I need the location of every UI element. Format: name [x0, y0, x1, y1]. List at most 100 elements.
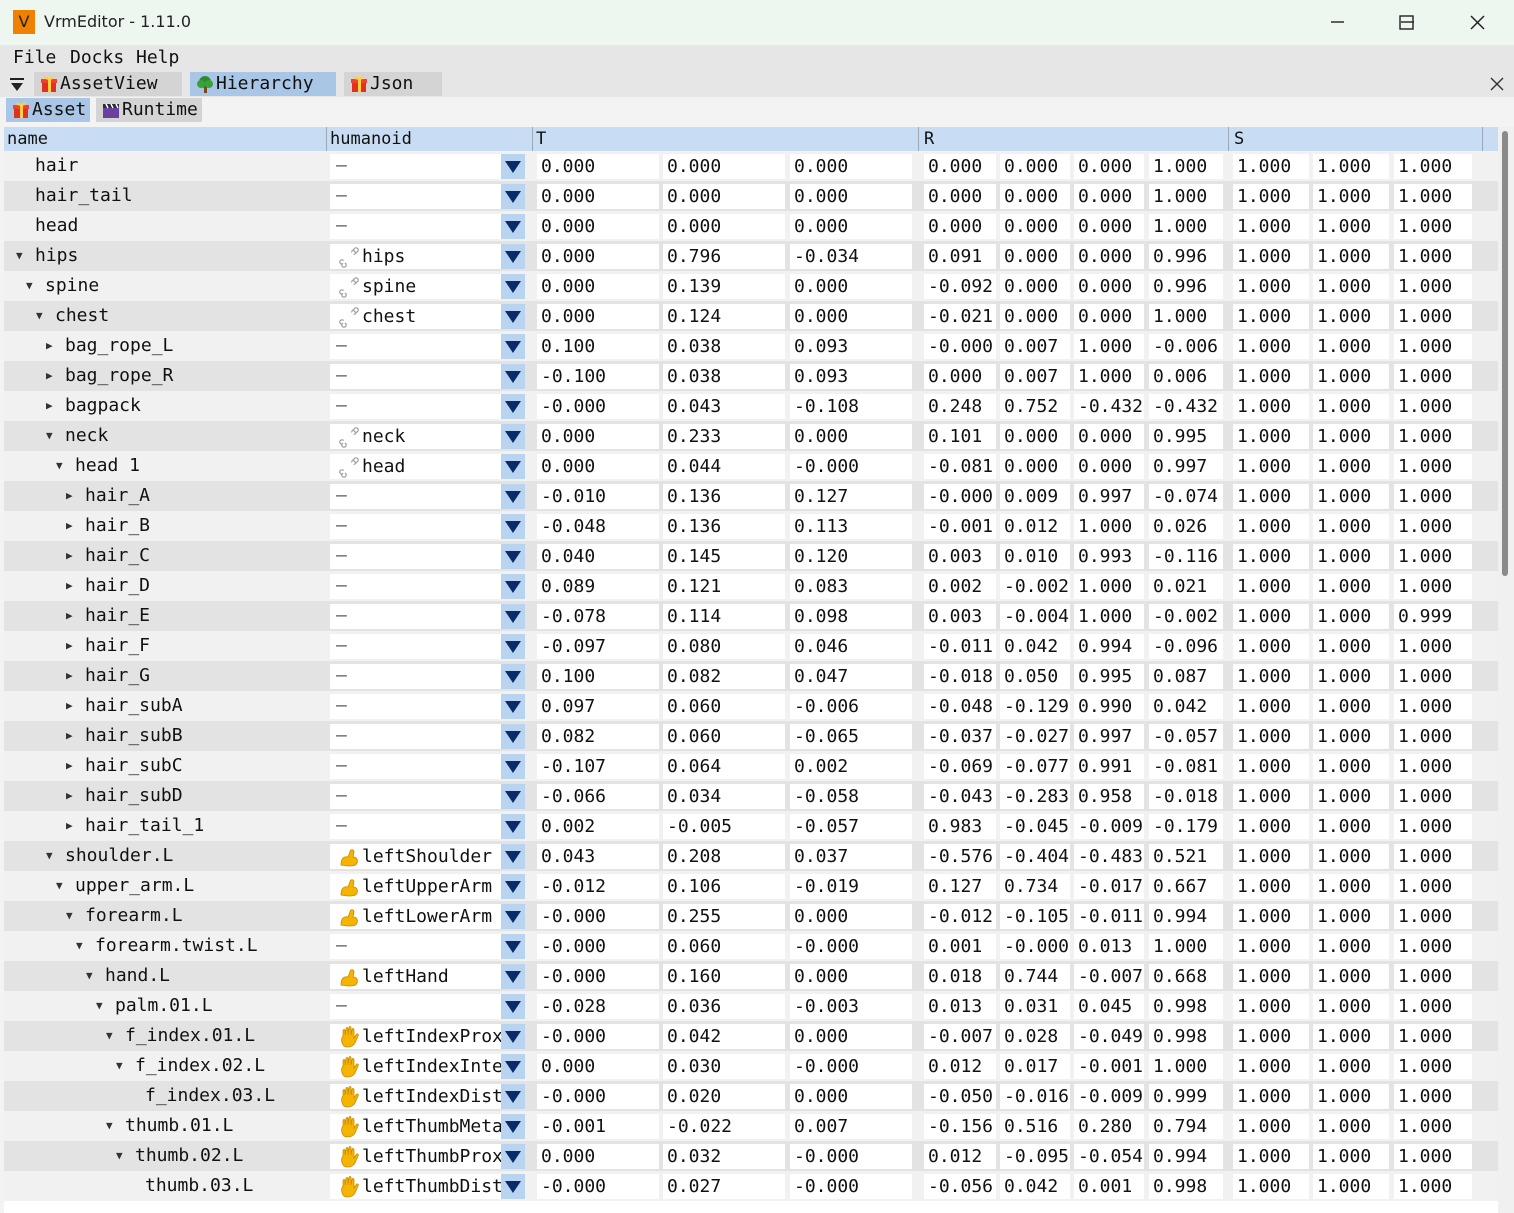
- dropdown-arrow-button[interactable]: [501, 934, 525, 959]
- node-name-cell[interactable]: ▼ thumb.02.L: [4, 1141, 326, 1171]
- t-x-field[interactable]: -0.028: [537, 994, 659, 1019]
- s-y-field[interactable]: 1.000: [1313, 814, 1389, 839]
- table-row[interactable]: ▼ f_index.02.L leftIndexInter 0.000 0.030 -0.…: [4, 1051, 1498, 1081]
- r-x-field[interactable]: -0.012: [924, 904, 996, 929]
- t-x-field[interactable]: 0.097: [537, 694, 659, 719]
- column-t-header[interactable]: T: [536, 129, 546, 149]
- t-y-field[interactable]: 0.038: [663, 334, 785, 359]
- node-name-cell[interactable]: ▶ hair_B: [4, 511, 326, 541]
- s-z-field[interactable]: 1.000: [1394, 274, 1472, 299]
- s-y-field[interactable]: 1.000: [1313, 394, 1389, 419]
- t-z-field[interactable]: 0.000: [790, 154, 912, 179]
- r-y-field[interactable]: 0.012: [1000, 514, 1070, 539]
- r-w-field[interactable]: 0.998: [1149, 1174, 1223, 1199]
- subtab-runtime[interactable]: Runtime: [96, 98, 202, 122]
- collapse-arrow-icon[interactable]: ▶: [66, 609, 73, 622]
- s-x-field[interactable]: 1.000: [1233, 724, 1309, 749]
- r-x-field[interactable]: 0.018: [924, 964, 996, 989]
- r-x-field[interactable]: 0.001: [924, 934, 996, 959]
- s-x-field[interactable]: 1.000: [1233, 304, 1309, 329]
- r-w-field[interactable]: 0.994: [1149, 1144, 1223, 1169]
- humanoid-select[interactable]: —: [330, 994, 501, 1019]
- s-z-field[interactable]: 1.000: [1394, 1084, 1472, 1109]
- r-x-field[interactable]: 0.127: [924, 874, 996, 899]
- s-y-field[interactable]: 1.000: [1313, 424, 1389, 449]
- r-x-field[interactable]: 0.000: [924, 184, 996, 209]
- t-y-field[interactable]: 0.032: [663, 1144, 785, 1169]
- r-x-field[interactable]: 0.003: [924, 544, 996, 569]
- node-name-cell[interactable]: ▼ f_index.02.L: [4, 1051, 326, 1081]
- dropdown-arrow-button[interactable]: [501, 544, 525, 569]
- table-row[interactable]: ▼ head 1 head 0.000 0.044 -0.000 -0.081 0.000 0.…: [4, 451, 1498, 481]
- t-y-field[interactable]: 0.124: [663, 304, 785, 329]
- t-y-field[interactable]: -0.005: [663, 814, 785, 839]
- s-z-field[interactable]: 1.000: [1394, 454, 1472, 479]
- t-x-field[interactable]: -0.010: [537, 484, 659, 509]
- dropdown-arrow-button[interactable]: [501, 1084, 525, 1109]
- s-z-field[interactable]: 1.000: [1394, 244, 1472, 269]
- expand-arrow-icon[interactable]: ▼: [46, 429, 53, 442]
- s-z-field[interactable]: 1.000: [1394, 694, 1472, 719]
- node-name-cell[interactable]: ▶ hair_subB: [4, 721, 326, 751]
- dropdown-arrow-button[interactable]: [501, 304, 525, 329]
- humanoid-select[interactable]: —: [330, 574, 501, 599]
- collapse-arrow-icon[interactable]: ▶: [66, 789, 73, 802]
- s-z-field[interactable]: 1.000: [1394, 754, 1472, 779]
- r-y-field[interactable]: 0.000: [1000, 274, 1070, 299]
- t-z-field[interactable]: 0.000: [790, 274, 912, 299]
- humanoid-select[interactable]: hips: [330, 244, 501, 269]
- r-w-field[interactable]: 1.000: [1149, 934, 1223, 959]
- t-x-field[interactable]: -0.012: [537, 874, 659, 899]
- s-x-field[interactable]: 1.000: [1233, 364, 1309, 389]
- humanoid-select[interactable]: chest: [330, 304, 501, 329]
- s-z-field[interactable]: 1.000: [1394, 394, 1472, 419]
- r-y-field[interactable]: -0.027: [1000, 724, 1070, 749]
- r-z-field[interactable]: -0.011: [1074, 904, 1144, 929]
- table-row[interactable]: ▼ shoulder.L leftShoulder 0.043 0.208 0.037 -0…: [4, 841, 1498, 871]
- s-y-field[interactable]: 1.000: [1313, 1144, 1389, 1169]
- node-name-cell[interactable]: hair: [4, 151, 326, 181]
- s-z-field[interactable]: 1.000: [1394, 784, 1472, 809]
- dropdown-arrow-button[interactable]: [501, 664, 525, 689]
- r-z-field[interactable]: 0.958: [1074, 784, 1144, 809]
- humanoid-select[interactable]: leftIndexInter: [330, 1054, 501, 1079]
- t-x-field[interactable]: 0.000: [537, 214, 659, 239]
- node-name-cell[interactable]: ▶ hair_A: [4, 481, 326, 511]
- r-w-field[interactable]: 0.794: [1149, 1114, 1223, 1139]
- t-y-field[interactable]: 0.233: [663, 424, 785, 449]
- r-y-field[interactable]: 0.744: [1000, 964, 1070, 989]
- t-z-field[interactable]: 0.098: [790, 604, 912, 629]
- humanoid-select[interactable]: —: [330, 664, 501, 689]
- collapse-arrow-icon[interactable]: ▶: [66, 759, 73, 772]
- r-y-field[interactable]: 0.042: [1000, 634, 1070, 659]
- r-y-field[interactable]: 0.752: [1000, 394, 1070, 419]
- r-y-field[interactable]: 0.007: [1000, 334, 1070, 359]
- column-separator[interactable]: [918, 127, 919, 151]
- s-y-field[interactable]: 1.000: [1313, 544, 1389, 569]
- table-row[interactable]: ▶ bag_rope_R — -0.100 0.038 0.093 0.000 0.007 1.…: [4, 361, 1498, 391]
- r-x-field[interactable]: -0.092: [924, 274, 996, 299]
- humanoid-select[interactable]: leftUpperArm: [330, 874, 501, 899]
- t-x-field[interactable]: 0.082: [537, 724, 659, 749]
- dropdown-arrow-button[interactable]: [501, 574, 525, 599]
- dropdown-arrow-button[interactable]: [501, 964, 525, 989]
- collapse-arrow-icon[interactable]: ▶: [66, 699, 73, 712]
- table-row[interactable]: ▶ hair_subD — -0.066 0.034 -0.058 -0.043 -0.283…: [4, 781, 1498, 811]
- s-y-field[interactable]: 1.000: [1313, 244, 1389, 269]
- s-x-field[interactable]: 1.000: [1233, 1054, 1309, 1079]
- node-name-cell[interactable]: ▶ hair_tail_1: [4, 811, 326, 841]
- humanoid-select[interactable]: leftShoulder: [330, 844, 501, 869]
- r-w-field[interactable]: -0.006: [1149, 334, 1223, 359]
- s-y-field[interactable]: 1.000: [1313, 184, 1389, 209]
- r-y-field[interactable]: 0.031: [1000, 994, 1070, 1019]
- dropdown-arrow-button[interactable]: [501, 844, 525, 869]
- column-separator[interactable]: [532, 127, 533, 151]
- s-x-field[interactable]: 1.000: [1233, 1024, 1309, 1049]
- t-y-field[interactable]: 0.042: [663, 1024, 785, 1049]
- node-name-cell[interactable]: ▶ hair_G: [4, 661, 326, 691]
- t-z-field[interactable]: -0.065: [790, 724, 912, 749]
- r-y-field[interactable]: 0.000: [1000, 184, 1070, 209]
- t-z-field[interactable]: -0.108: [790, 394, 912, 419]
- t-z-field[interactable]: 0.093: [790, 364, 912, 389]
- humanoid-select[interactable]: leftIndexProxi: [330, 1024, 501, 1049]
